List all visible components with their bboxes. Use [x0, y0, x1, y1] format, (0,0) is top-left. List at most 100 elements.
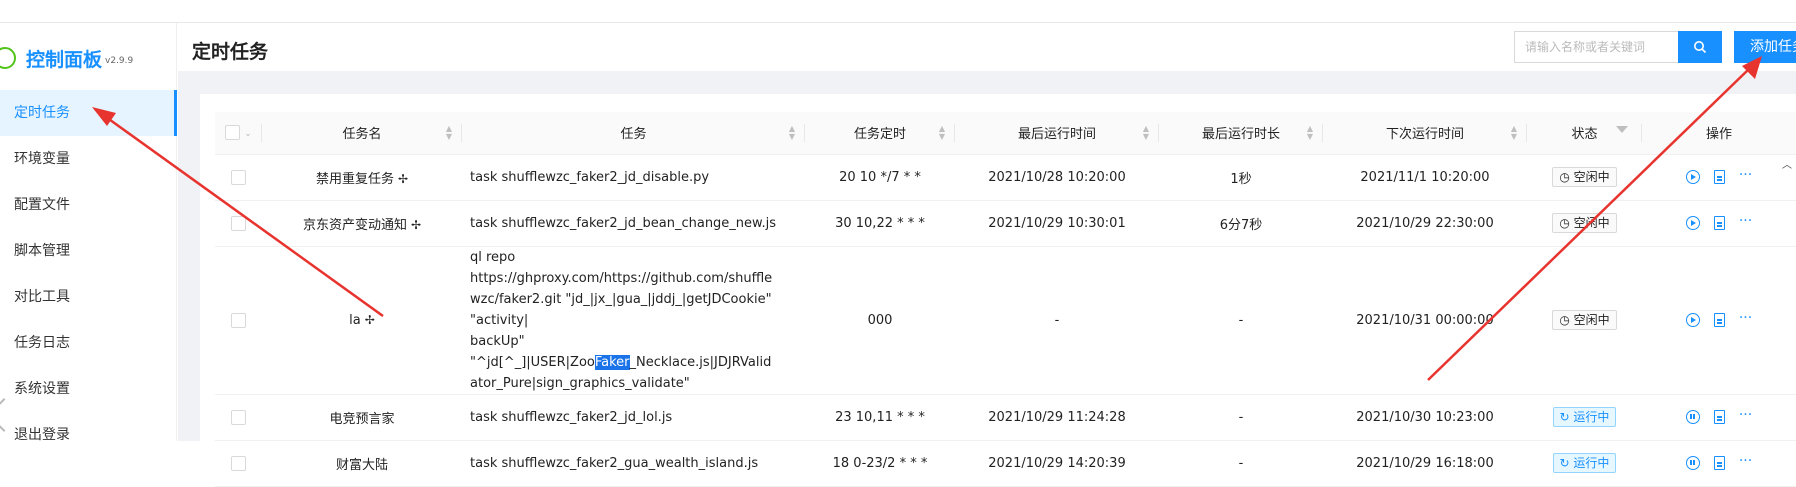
log-icon[interactable]: [1713, 313, 1725, 327]
sidebar-item-logout[interactable]: 退出登录: [0, 412, 177, 458]
col-header-actions: 操作: [1642, 112, 1796, 155]
task-command: task shufflewzc_faker2_jd_bean_change_ne…: [462, 200, 805, 247]
status-cell: ◷ 空闲中: [1527, 246, 1642, 395]
col-label: 任务: [620, 127, 647, 143]
run-icon[interactable]: [1685, 216, 1700, 230]
more-icon[interactable]: ···: [1739, 454, 1752, 470]
task-command: task shufflewzc_faker2_gua_wealth_island…: [462, 440, 805, 487]
task-line: ator_Pure|sign_graphics_validate": [470, 375, 690, 391]
row-checkbox[interactable]: [231, 312, 246, 328]
col-header-last-run[interactable]: 最后运行时间 ▲ ▼: [955, 112, 1159, 155]
task-cron: 23 10,11 * * *: [805, 394, 955, 441]
task-name: 京东资产变动通知: [302, 217, 407, 233]
last-run-duration: -: [1159, 440, 1323, 487]
actions-cell: ···: [1642, 440, 1796, 487]
sidebar-menu: 定时任务 环境变量 配置文件 脚本管理 对比工具 任务日志 系统设置 退出登录: [0, 90, 177, 458]
last-run-duration: -: [1159, 394, 1323, 441]
sort-icon[interactable]: ▲ ▼: [446, 125, 452, 141]
pin-icon: ✢: [410, 217, 422, 232]
actions-cell: ···: [1642, 246, 1796, 395]
status-text: 空闲中: [1573, 313, 1610, 327]
task-name-cell: 电竞预言家: [262, 394, 462, 441]
sidebar-item-diff[interactable]: 对比工具: [0, 274, 177, 320]
search-button[interactable]: [1678, 31, 1722, 63]
row-checkbox[interactable]: [231, 455, 246, 471]
search-input[interactable]: 请输入名称或者关键词: [1514, 31, 1678, 63]
filter-icon[interactable]: [1616, 126, 1628, 133]
sidebar-item-logs[interactable]: 任务日志: [0, 320, 177, 366]
task-cron: 18 0-23/2 * * *: [805, 440, 955, 487]
task-line: ql repo https://ghproxy.com/https://gith…: [470, 249, 773, 286]
col-label: 操作: [1705, 127, 1732, 143]
row-checkbox-cell: [215, 200, 262, 247]
task-name-cell: 禁用重复任务 ✢: [262, 154, 462, 201]
more-icon[interactable]: ···: [1739, 311, 1752, 327]
task-line: _Necklace.js|JDJRValid: [629, 354, 772, 370]
task-line: wzc/faker2.git "jd_|jx_|gua_|jddj_|getJD…: [470, 291, 772, 328]
col-label: 状态: [1571, 127, 1598, 143]
logo: 控制面板 v2.9.9: [0, 43, 133, 73]
task-cron: 000: [805, 246, 955, 395]
page-title: 定时任务: [192, 41, 269, 63]
table-row: 财富大陆 task shufflewzc_faker2_gua_wealth_i…: [215, 440, 1796, 487]
col-label: 下次运行时间: [1385, 127, 1464, 143]
status-badge: ↻ 运行中: [1552, 453, 1617, 473]
task-cron: 30 10,22 * * *: [805, 200, 955, 247]
row-checkbox[interactable]: [231, 169, 246, 185]
more-icon[interactable]: ···: [1739, 214, 1752, 230]
sort-icon[interactable]: ▲ ▼: [789, 125, 795, 141]
col-header-duration[interactable]: 最后运行时长 ▲ ▼: [1159, 112, 1323, 155]
actions-cell: ···: [1642, 154, 1796, 201]
stop-icon[interactable]: [1685, 410, 1700, 424]
status-badge: ◷ 空闲中: [1552, 167, 1617, 187]
sort-icon[interactable]: ▲ ▼: [939, 125, 945, 141]
select-all-checkbox[interactable]: [225, 125, 241, 141]
select-all-header: ⌄: [215, 112, 262, 155]
last-run-duration: -: [1159, 246, 1323, 395]
log-icon[interactable]: [1713, 170, 1725, 184]
row-checkbox[interactable]: [231, 409, 246, 425]
col-header-next-run[interactable]: 下次运行时间 ▲ ▼: [1323, 112, 1527, 155]
sidebar-item-env[interactable]: 环境变量: [0, 136, 177, 182]
sort-icon[interactable]: ▲ ▼: [1143, 125, 1149, 141]
pin-icon: ✢: [364, 312, 375, 327]
last-run-duration: 1秒: [1159, 154, 1323, 201]
scroll-up-icon[interactable]: ︿: [1782, 156, 1792, 171]
row-checkbox[interactable]: [231, 215, 246, 231]
task-name: la: [349, 312, 361, 328]
more-icon[interactable]: ···: [1739, 168, 1752, 184]
more-icon[interactable]: ···: [1739, 408, 1752, 424]
col-header-name[interactable]: 任务名 ▲ ▼: [262, 112, 462, 155]
sidebar: 控制面板 v2.9.9 定时任务 环境变量 配置文件 脚本管理 对比工具 任务日…: [0, 23, 177, 443]
last-run-time: -: [955, 246, 1159, 395]
sort-icon[interactable]: ▲ ▼: [1511, 125, 1517, 141]
chevron-down-icon[interactable]: ⌄: [244, 129, 252, 139]
run-icon[interactable]: [1685, 313, 1700, 327]
status-badge: ◷ 空闲中: [1552, 213, 1617, 233]
log-icon[interactable]: [1713, 410, 1725, 424]
last-run-duration: 6分7秒: [1159, 200, 1323, 247]
col-header-cron[interactable]: 任务定时 ▲ ▼: [805, 112, 955, 155]
col-header-task[interactable]: 任务 ▲ ▼: [462, 112, 805, 155]
logo-icon: [0, 47, 16, 69]
task-name-cell: 财富大陆: [262, 440, 462, 487]
run-icon[interactable]: [1685, 170, 1700, 184]
log-icon[interactable]: [1713, 216, 1725, 230]
col-header-status[interactable]: 状态: [1527, 112, 1642, 155]
sidebar-item-settings[interactable]: 系统设置: [0, 366, 177, 412]
sidebar-item-cron[interactable]: 定时任务: [0, 90, 177, 136]
sidebar-item-config[interactable]: 配置文件: [0, 182, 177, 228]
add-task-button[interactable]: 添加任务: [1734, 31, 1796, 63]
col-label: 任务定时: [853, 127, 906, 143]
row-checkbox-cell: [215, 394, 262, 441]
sidebar-item-scripts[interactable]: 脚本管理: [0, 228, 177, 274]
page-header: 定时任务 请输入名称或者关键词 添加任务: [178, 23, 1796, 71]
status-text: 运行中: [1573, 456, 1610, 470]
sort-icon[interactable]: ▲ ▼: [1307, 125, 1313, 141]
log-icon[interactable]: [1713, 456, 1725, 470]
task-command: ql repo https://ghproxy.com/https://gith…: [462, 246, 805, 395]
col-label: 最后运行时长: [1201, 127, 1280, 143]
last-run-time: 2021/10/29 10:30:01: [955, 200, 1159, 247]
stop-icon[interactable]: [1685, 456, 1700, 470]
status-badge: ↻ 运行中: [1552, 407, 1617, 427]
